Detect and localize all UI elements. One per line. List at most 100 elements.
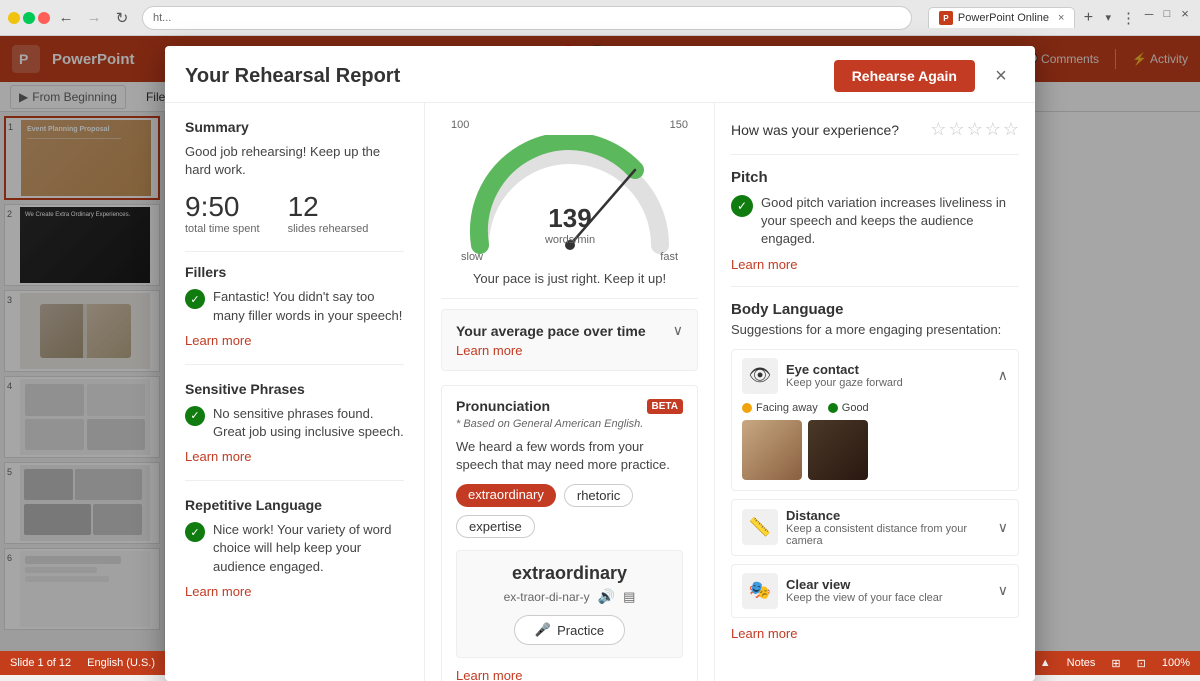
sensitive-learn-more[interactable]: Learn more — [185, 449, 404, 464]
modal-close-button[interactable]: × — [987, 62, 1015, 90]
modal-body: Summary Good job rehearsing! Keep up the… — [165, 103, 1035, 681]
star-2[interactable]: ☆ — [948, 119, 964, 140]
gauge-min-label: 100 — [451, 119, 469, 131]
distance-info: Distance Keep a consistent distance from… — [786, 508, 990, 547]
experience-section: How was your experience? ☆ ☆ ☆ ☆ ☆ — [731, 119, 1019, 155]
modal-left-column: Summary Good job rehearsing! Keep up the… — [165, 103, 425, 681]
distance-icon: 📏 — [742, 509, 778, 545]
browser-refresh[interactable]: ↻ — [110, 6, 134, 30]
body-language-learn-more[interactable]: Learn more — [731, 626, 1019, 641]
browser-back[interactable]: ← — [54, 6, 78, 30]
slides-stat: 12 slides rehearsed — [288, 191, 369, 235]
practice-button[interactable]: 🎤 Practice — [514, 615, 625, 645]
minimize-btn[interactable]: ─ — [1142, 7, 1156, 21]
browser-forward[interactable]: → — [82, 6, 106, 30]
rehearse-again-button[interactable]: Rehearse Again — [834, 60, 975, 92]
word-tag-extraordinary[interactable]: extraordinary — [456, 484, 556, 507]
clear-view-header[interactable]: 🎭 Clear view Keep the view of your face … — [732, 565, 1018, 617]
modal-middle-column: 100 150 139 words/min — [425, 103, 715, 681]
eye-contact-chevron: ∧ — [998, 367, 1008, 384]
view-icon-2: ⊡ — [1137, 657, 1146, 670]
facing-away-dot — [742, 403, 752, 413]
gauge-section: 100 150 139 words/min — [441, 119, 698, 286]
zoom-level: 100% — [1162, 657, 1190, 669]
eye-contact-header[interactable]: 👁 Eye contact Keep your gaze forward ∧ — [732, 350, 1018, 402]
rehearsal-report-modal: Your Rehearsal Report Rehearse Again × S… — [165, 46, 1035, 681]
star-1[interactable]: ☆ — [930, 119, 946, 140]
mic-icon: 🎤 — [535, 622, 551, 638]
body-language-section: Body Language Suggestions for a more eng… — [731, 301, 1019, 641]
summary-title: Summary — [185, 119, 404, 135]
eye-contact-info: Eye contact Keep your gaze forward — [786, 362, 990, 389]
pronunciation-subtitle: * Based on General American English. — [456, 418, 683, 430]
body-language-subtitle: Suggestions for a more engaging presenta… — [731, 322, 1019, 337]
view-icons: ⊞ — [1111, 657, 1120, 670]
bars-icon[interactable]: ▤ — [623, 589, 635, 605]
pitch-learn-more[interactable]: Learn more — [731, 257, 1019, 272]
sensitive-phrases-title: Sensitive Phrases — [185, 381, 404, 397]
clear-view-title: Clear view — [786, 577, 990, 592]
browser-tab[interactable]: P PowerPoint Online × — [928, 7, 1076, 28]
pitch-title: Pitch — [731, 169, 1019, 186]
settings-icon[interactable]: ⋮ — [1119, 7, 1138, 29]
star-rating[interactable]: ☆ ☆ ☆ ☆ ☆ — [930, 119, 1019, 140]
face-img-2 — [808, 420, 868, 480]
good-dot — [828, 403, 838, 413]
pronunciation-card: extraordinary ex-traor-di-nar-y 🔊 ▤ 🎤 Pr… — [456, 550, 683, 658]
eye-contact-item: 👁 Eye contact Keep your gaze forward ∧ — [731, 349, 1019, 491]
gauge-slow: slow — [461, 251, 483, 263]
svg-text:words/min: words/min — [543, 234, 594, 246]
distance-chevron: ∨ — [998, 519, 1008, 536]
tab-close-btn[interactable]: × — [1058, 12, 1064, 24]
pron-phonetic-row: ex-traor-di-nar-y 🔊 ▤ — [469, 588, 670, 605]
window-maximize[interactable] — [23, 12, 35, 24]
slide-count: Slide 1 of 12 — [10, 657, 71, 669]
address-bar[interactable]: ht... — [142, 6, 912, 30]
body-language-title: Body Language — [731, 301, 1019, 318]
eye-contact-expanded: Facing away Good — [732, 402, 1018, 490]
gauge-svg: 139 words/min — [460, 135, 680, 255]
pace-chevron: ∨ — [673, 322, 683, 339]
window-minimize[interactable] — [8, 12, 20, 24]
pace-learn-more[interactable]: Learn more — [456, 343, 683, 358]
clear-view-info: Clear view Keep the view of your face cl… — [786, 577, 990, 604]
distance-header[interactable]: 📏 Distance Keep a consistent distance fr… — [732, 500, 1018, 555]
fillers-learn-more[interactable]: Learn more — [185, 333, 404, 348]
distance-title: Distance — [786, 508, 990, 523]
speaker-icon[interactable]: 🔊 — [598, 588, 615, 605]
facing-away-label: Facing away — [756, 402, 818, 414]
tab-scroll[interactable]: ▾ — [1101, 9, 1115, 26]
browser-chrome: ← → ↻ ht... P PowerPoint Online × + ▾ ⋮ … — [0, 0, 1200, 36]
time-value: 9:50 — [185, 191, 260, 223]
star-5[interactable]: ☆ — [1003, 119, 1019, 140]
repetitive-text: Nice work! Your variety of word choice w… — [213, 521, 404, 576]
clear-view-item: 🎭 Clear view Keep the view of your face … — [731, 564, 1019, 618]
language: English (U.S.) — [87, 657, 155, 669]
window-close[interactable] — [38, 12, 50, 24]
experience-title: How was your experience? — [731, 122, 899, 138]
new-tab-btn[interactable]: + — [1077, 7, 1099, 29]
close-window-btn[interactable]: × — [1178, 7, 1192, 21]
time-label: total time spent — [185, 223, 260, 235]
summary-description: Good job rehearsing! Keep up the hard wo… — [185, 143, 404, 179]
pace-title: Your average pace over time — [456, 323, 646, 339]
word-tag-expertise[interactable]: expertise — [456, 515, 535, 538]
gauge-message: Your pace is just right. Keep it up! — [441, 271, 698, 286]
sensitive-check-icon: ✓ — [185, 406, 205, 426]
word-tag-rhetoric[interactable]: rhetoric — [564, 484, 633, 507]
distance-item: 📏 Distance Keep a consistent distance fr… — [731, 499, 1019, 556]
tab-favicon: P — [939, 11, 953, 25]
repetitive-learn-more[interactable]: Learn more — [185, 584, 404, 599]
star-3[interactable]: ☆ — [967, 119, 983, 140]
distance-desc: Keep a consistent distance from your cam… — [786, 523, 990, 547]
slides-value: 12 — [288, 191, 369, 223]
notes-btn[interactable]: Notes — [1067, 657, 1096, 669]
modal-right-column: How was your experience? ☆ ☆ ☆ ☆ ☆ Pitch — [715, 103, 1035, 681]
fillers-text: Fantastic! You didn't say too many fille… — [213, 288, 404, 324]
word-tags: extraordinary rhetoric expertise — [456, 484, 683, 538]
face-img-1 — [742, 420, 802, 480]
eye-contact-title: Eye contact — [786, 362, 990, 377]
pace-over-time-section[interactable]: Your average pace over time ∨ Learn more — [441, 309, 698, 371]
restore-btn[interactable]: □ — [1160, 7, 1174, 21]
star-4[interactable]: ☆ — [985, 119, 1001, 140]
